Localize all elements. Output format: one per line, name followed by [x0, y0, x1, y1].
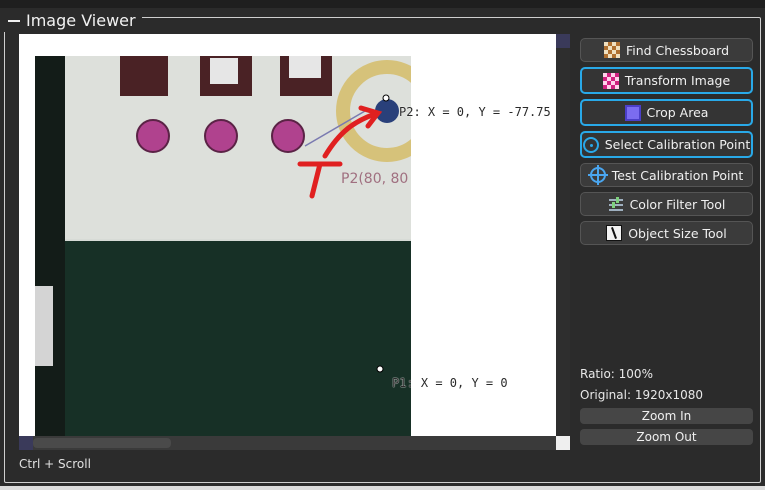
sliders-icon: [608, 196, 624, 212]
scroll-hint: Ctrl + Scroll: [19, 457, 91, 471]
color-filter-tool-label: Color Filter Tool: [629, 196, 726, 212]
crop-area-label: Crop Area: [646, 105, 709, 120]
crop-icon: [624, 104, 641, 121]
top-strip: [0, 0, 765, 8]
transform-image-button[interactable]: Transform Image: [580, 67, 753, 94]
p1-coordinate-label: P1: X = 0, Y = 0: [392, 376, 508, 390]
color-filter-tool-button[interactable]: Color Filter Tool: [580, 192, 753, 216]
camera-image-drawing: P2(80, 80: [35, 56, 411, 436]
target-icon: [582, 136, 599, 153]
select-calibration-point-button[interactable]: Select Calibration Point: [580, 131, 753, 158]
zoom-in-button[interactable]: Zoom In: [580, 408, 753, 424]
object-size-tool-label: Object Size Tool: [628, 225, 727, 241]
panel-header[interactable]: Image Viewer: [4, 8, 142, 32]
test-calibration-point-button[interactable]: Test Calibration Point: [580, 163, 753, 187]
bottom-edge: [0, 486, 765, 490]
transform-icon: [602, 72, 619, 89]
select-calibration-point-label: Select Calibration Point: [604, 137, 751, 152]
panel-title: Image Viewer: [26, 10, 136, 30]
board-text: P2(80, 80: [341, 171, 408, 187]
ratio-text: Ratio: 100%: [580, 367, 653, 381]
camera-image[interactable]: P2(80, 80: [35, 56, 411, 436]
collapse-icon[interactable]: [8, 19, 20, 22]
zoom-out-button[interactable]: Zoom Out: [580, 429, 753, 445]
find-chessboard-button[interactable]: Find Chessboard: [580, 38, 753, 62]
vertical-scrollbar[interactable]: [556, 34, 570, 436]
transform-image-label: Transform Image: [624, 73, 731, 88]
chessboard-icon: [603, 42, 620, 58]
ruler-icon: [606, 225, 623, 241]
tool-buttons: Find Chessboard Transform Image Crop Are…: [580, 38, 753, 250]
original-size-text: Original: 1920x1080: [580, 388, 703, 402]
scroll-corner: [556, 436, 570, 450]
crosshair-icon: [587, 165, 608, 185]
test-calibration-point-label: Test Calibration Point: [611, 167, 744, 183]
p2-coordinate-label: P2: X = 0, Y = -77.75: [399, 105, 551, 119]
find-chessboard-label: Find Chessboard: [625, 42, 730, 58]
crop-area-button[interactable]: Crop Area: [580, 99, 753, 126]
horizontal-scrollbar[interactable]: [19, 436, 556, 450]
image-viewer[interactable]: P2(80, 80 P2: X = 0, Y = -77.75 P1: X = …: [19, 34, 570, 450]
object-size-tool-button[interactable]: Object Size Tool: [580, 221, 753, 245]
